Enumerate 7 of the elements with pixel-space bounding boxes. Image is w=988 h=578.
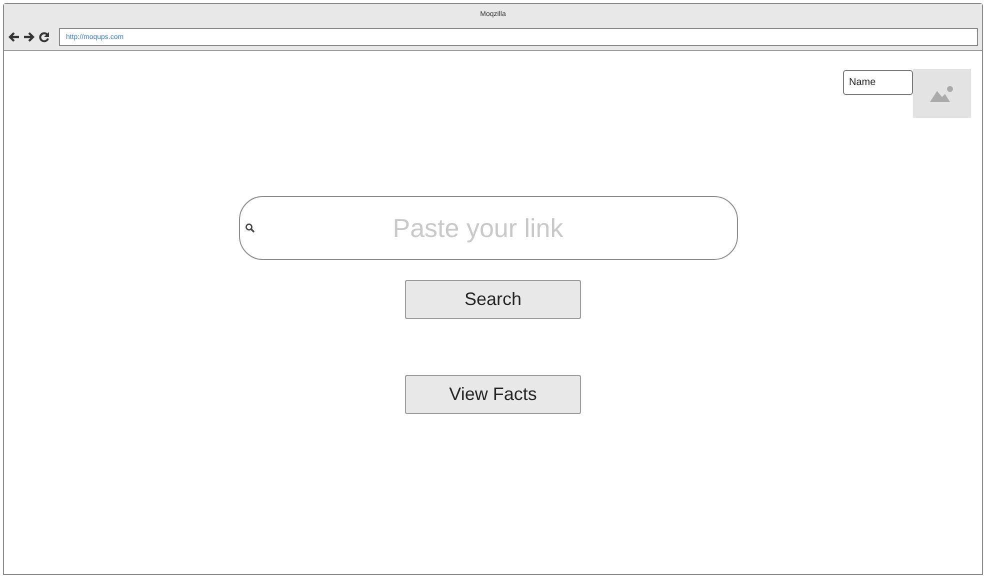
view-facts-button[interactable]: View Facts (405, 375, 581, 414)
search-button[interactable]: Search (405, 280, 581, 319)
reload-icon[interactable] (38, 31, 50, 43)
forward-icon[interactable] (23, 31, 35, 43)
back-icon[interactable] (8, 31, 20, 43)
name-field[interactable]: Name (843, 70, 913, 95)
image-icon (930, 86, 954, 102)
